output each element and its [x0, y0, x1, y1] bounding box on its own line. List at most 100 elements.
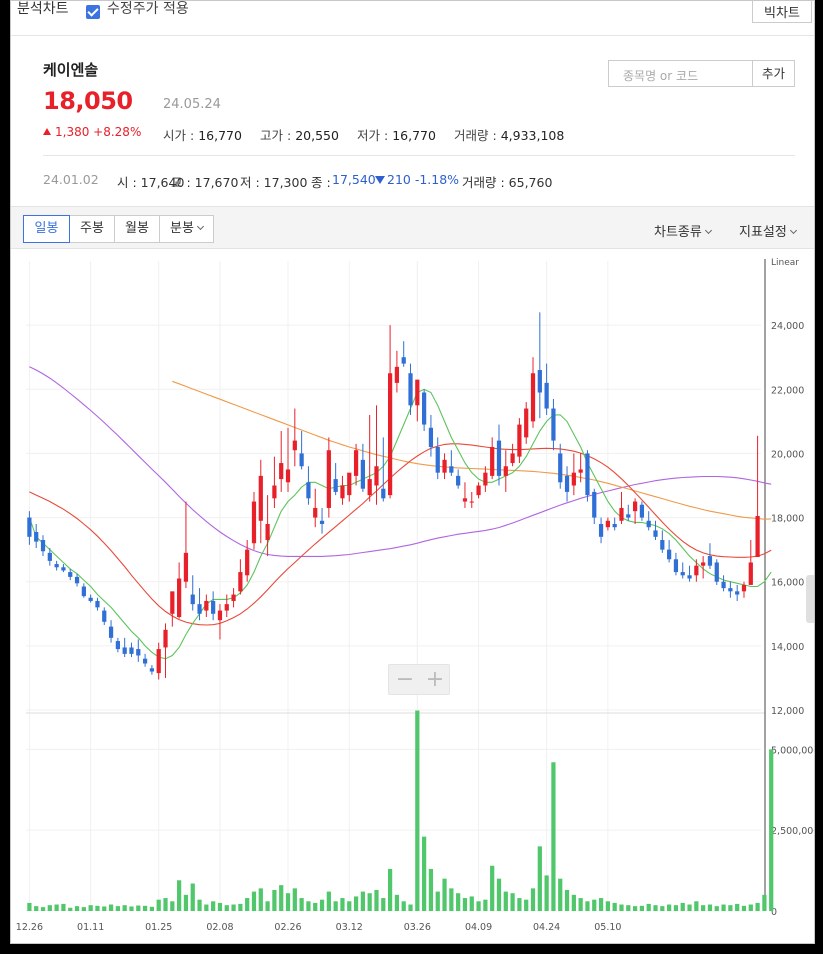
volume-bar — [177, 880, 182, 911]
candle-body — [687, 575, 692, 579]
volume-bar — [387, 868, 393, 911]
candle-body — [408, 373, 413, 406]
volume-bar — [680, 902, 685, 911]
candle-body — [265, 523, 270, 541]
volume-bar — [422, 836, 427, 911]
volume-bar — [306, 901, 311, 911]
x-tick-label: 03.26 — [404, 922, 431, 933]
candle-body — [279, 463, 284, 480]
volume-bar — [285, 893, 291, 911]
volume-bar — [102, 906, 107, 911]
volume-bar — [673, 905, 679, 911]
volume-bar — [95, 905, 100, 911]
candle-body — [612, 523, 617, 528]
volume-bar — [456, 893, 461, 911]
volume-bar — [476, 901, 481, 911]
candle-body — [183, 552, 189, 582]
candle-body — [428, 427, 434, 448]
candle-body — [490, 447, 495, 476]
zoom-out-button[interactable]: − — [390, 666, 420, 694]
candle-body — [258, 475, 263, 521]
candle-body — [313, 507, 318, 518]
x-tick-label: 01.11 — [77, 922, 104, 933]
volume-bar — [592, 899, 597, 911]
candle-body — [326, 450, 331, 508]
volume-bar — [496, 878, 502, 911]
candle-body — [367, 479, 372, 496]
candle-body — [245, 549, 250, 576]
volume-bar — [54, 904, 59, 911]
x-tick-label: 01.25 — [145, 922, 172, 933]
volume-bar — [149, 906, 155, 911]
x-tick-label: 03.12 — [336, 922, 363, 933]
zoom-controls: − + — [388, 664, 450, 695]
volume-bar — [428, 868, 434, 911]
candle-body — [238, 572, 243, 592]
candle-body — [347, 472, 352, 496]
volume-bar — [707, 904, 713, 911]
candle-body — [728, 588, 733, 592]
candle-body — [707, 556, 713, 566]
candle-body — [381, 488, 386, 499]
volume-bar — [360, 891, 365, 911]
stock-chart[interactable]: Linear 24,000 22,000 20,000 18,000 16,000 14,0… — [11, 1, 815, 944]
candle-body — [660, 540, 665, 550]
candle-body — [340, 485, 345, 499]
candle-body — [646, 520, 651, 528]
candle-body — [462, 498, 468, 502]
candle-body — [306, 482, 311, 499]
candle-body — [626, 514, 631, 518]
volume-bar — [272, 889, 277, 911]
volume-bar — [217, 902, 223, 911]
y-tick-label: 18,000 — [771, 514, 804, 525]
volume-bar — [667, 904, 672, 911]
volume-bar — [381, 898, 386, 911]
candle-body — [149, 668, 155, 672]
x-tick-label: 05.10 — [594, 922, 621, 933]
candle-body — [224, 604, 229, 611]
volume-bar — [68, 907, 73, 911]
candle-body — [415, 379, 420, 406]
volume-bar — [326, 891, 331, 911]
volume-bar — [374, 889, 379, 911]
candle-body — [632, 501, 638, 512]
volume-bar — [646, 903, 651, 911]
candle-body — [524, 408, 529, 438]
candle-body — [510, 453, 515, 464]
candle-body — [360, 459, 365, 489]
candle-body — [721, 581, 726, 589]
candle-body — [272, 485, 277, 499]
scroll-handle[interactable] — [806, 575, 814, 623]
volume-bar — [735, 903, 740, 911]
volume-bar — [279, 885, 284, 911]
zoom-in-button[interactable]: + — [420, 666, 450, 694]
candle-body — [353, 450, 359, 476]
volume-bar — [245, 898, 250, 911]
volume-bar — [265, 901, 270, 911]
candle-body — [673, 559, 679, 573]
x-tick-label: 02.26 — [274, 922, 301, 933]
ma20-line — [29, 443, 772, 626]
candle-body — [422, 392, 427, 425]
volume-bar — [204, 904, 209, 911]
volume-bar — [653, 905, 658, 911]
candle-body — [285, 469, 291, 483]
volume-bar — [74, 906, 80, 911]
volume-bar — [415, 710, 420, 911]
volume-bar — [129, 906, 134, 911]
tab-daily[interactable]: 일봉 — [23, 215, 70, 243]
candle-body — [639, 504, 645, 518]
volume-bar — [394, 894, 400, 911]
volume-bar — [537, 846, 542, 911]
candle-body — [469, 501, 474, 503]
candle-body — [170, 591, 175, 614]
volume-bar — [510, 893, 515, 911]
candle-body — [387, 373, 393, 496]
volume-bar — [755, 902, 760, 911]
candle-body — [551, 408, 556, 441]
volume-bar — [530, 888, 536, 911]
volume-bar — [626, 905, 631, 911]
volume-bar — [585, 901, 590, 911]
volume-bar — [701, 905, 706, 911]
candle-body — [217, 610, 223, 621]
